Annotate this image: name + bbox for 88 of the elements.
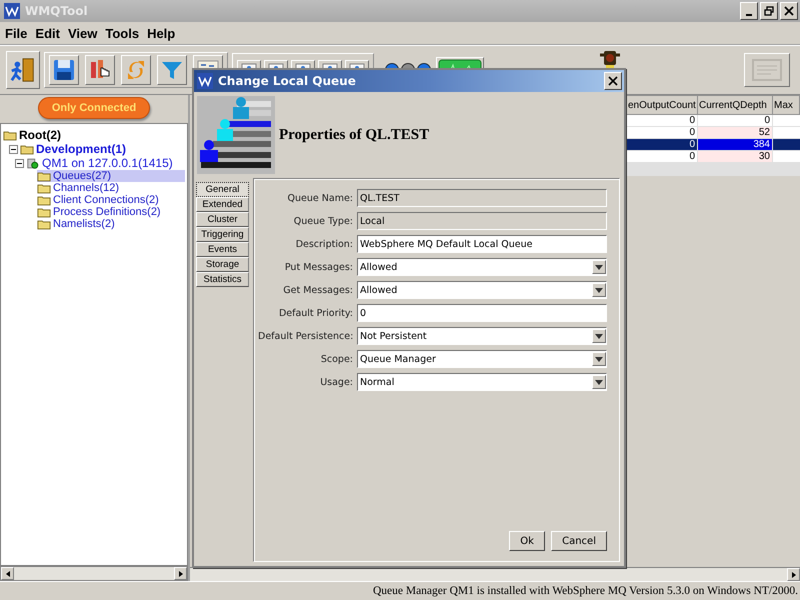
menu-item[interactable]: Help <box>144 24 178 42</box>
dialog-title: Change Local Queue <box>218 74 357 88</box>
app-logo-icon <box>4 3 20 19</box>
left-arrow-icon <box>6 570 10 576</box>
dropdown[interactable]: Not Persistent <box>357 327 607 345</box>
dropdown[interactable]: Normal <box>357 373 607 391</box>
tree-item[interactable]: Channels(12) <box>37 182 185 194</box>
menu-item[interactable]: Edit <box>32 24 63 42</box>
right-arrow-icon <box>178 570 182 576</box>
dropdown-arrow-icon <box>595 264 603 270</box>
window-title: WMQTool <box>25 4 89 18</box>
field-label: Usage: <box>319 376 353 388</box>
side-tab[interactable]: Events <box>196 242 249 257</box>
status-text: Queue Manager QM1 is installed with WebSphere MQ Version 5.3.0 on Windows NT/2000. <box>0 581 800 600</box>
dialog-button[interactable]: Ok <box>509 531 546 551</box>
dropdown[interactable]: Allowed <box>357 258 607 276</box>
folder-icon <box>20 144 34 154</box>
tree-item[interactable]: Namelists(2) <box>37 218 185 230</box>
dialog-button[interactable]: Cancel <box>551 531 607 551</box>
toolbar-button[interactable] <box>85 55 115 85</box>
dropdown-arrow-icon <box>595 334 603 338</box>
folder-icon <box>37 218 51 230</box>
menu-item[interactable]: Tools <box>102 24 142 42</box>
menu-item[interactable]: View <box>64 24 100 42</box>
horizontal-scrollbar[interactable] <box>0 566 188 581</box>
field-label: Description: <box>294 238 353 250</box>
field-label: Queue Type: <box>292 216 353 226</box>
close-button[interactable] <box>604 72 622 90</box>
table-cell: 384 <box>698 138 772 150</box>
dropdown[interactable]: Allowed <box>357 281 607 299</box>
side-tab[interactable]: Cluster <box>196 212 249 227</box>
text-field[interactable]: WebSphere MQ Default Local Queue <box>357 235 607 253</box>
minimize-button[interactable] <box>740 2 758 20</box>
tree-item[interactable]: Queues(27) <box>37 170 185 182</box>
column-header[interactable]: enOutputCount <box>626 96 698 114</box>
folder-icon <box>37 206 51 218</box>
text-field[interactable]: 0 <box>357 304 607 322</box>
expander-icon[interactable] <box>9 144 18 154</box>
dropdown-arrow-icon <box>595 356 603 362</box>
tree-item[interactable]: Process Definitions(2) <box>37 206 185 218</box>
close-icon <box>608 76 618 86</box>
field-label: Scope: <box>320 354 353 364</box>
filter-button[interactable] <box>157 55 187 85</box>
restore-button[interactable] <box>760 2 778 20</box>
app-logo-icon <box>197 73 213 89</box>
field-label: Queue Name: <box>286 192 353 204</box>
dropdown[interactable]: Queue Manager <box>357 350 607 368</box>
side-tab[interactable]: Triggering <box>196 227 249 242</box>
expander-icon[interactable] <box>15 158 24 168</box>
field-label: Default Persistence: <box>258 330 353 342</box>
readonly-field: Local <box>357 212 607 230</box>
restore-icon <box>764 6 774 16</box>
dialog-heading: Properties of QL.TEST <box>279 126 430 144</box>
tree-item[interactable]: Root(2) <box>3 128 185 142</box>
column-header[interactable]: CurrentQDepth <box>698 96 772 114</box>
tree-item[interactable]: Development(1) <box>9 142 185 156</box>
side-tab[interactable]: General <box>196 182 249 197</box>
side-tab[interactable]: Extended <box>196 197 249 212</box>
horizontal-scrollbar[interactable] <box>190 567 800 581</box>
dropdown-arrow-icon <box>595 380 603 384</box>
folder-icon <box>37 170 51 182</box>
close-icon <box>784 6 794 16</box>
table-cell: 0 <box>626 138 698 150</box>
field-label: Put Messages: <box>284 262 353 272</box>
side-tab[interactable]: Statistics <box>196 272 249 287</box>
scroll-right-button[interactable] <box>174 567 187 580</box>
table-cell: 30 <box>698 150 772 162</box>
side-tab[interactable]: Storage <box>196 257 249 272</box>
scroll-left-button[interactable] <box>1 567 14 580</box>
dropdown-arrow-icon <box>595 288 603 292</box>
save-button[interactable] <box>49 55 79 85</box>
readonly-field: QL.TEST <box>357 189 607 207</box>
tree-item[interactable]: Client Connections(2) <box>37 194 185 206</box>
column-header[interactable]: Max <box>772 96 800 114</box>
minimize-icon <box>746 14 752 16</box>
exit-button[interactable] <box>6 51 40 89</box>
folder-icon <box>37 194 51 206</box>
folder-icon <box>3 130 17 140</box>
menu-item[interactable]: File <box>2 24 30 42</box>
scroll-right-button[interactable] <box>787 568 800 581</box>
field-label: Default Priority: <box>278 308 353 318</box>
field-label: Get Messages: <box>282 284 353 296</box>
right-arrow-icon <box>792 572 796 578</box>
close-button[interactable] <box>780 2 798 20</box>
tree-item[interactable]: QM1 on 127.0.0.1(1415) <box>15 156 185 170</box>
server-icon <box>26 158 40 168</box>
table-cell: 52 <box>698 126 772 138</box>
refresh-button[interactable] <box>121 55 151 85</box>
